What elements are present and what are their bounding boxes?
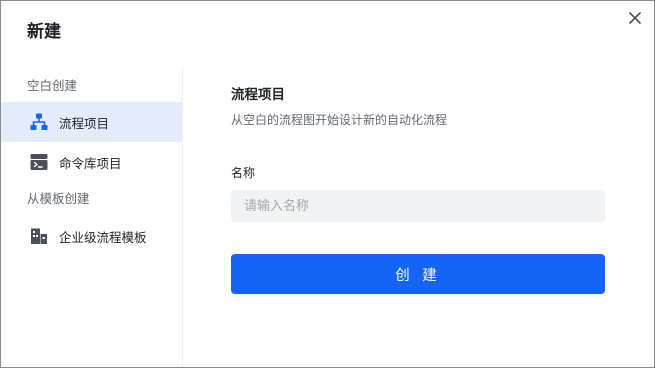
- panel-description: 从空白的流程图开始设计新的自动化流程: [231, 113, 448, 127]
- new-project-dialog: 新建 空白创建 流程项目 命令库项目 从模板创建 企业级流程模板 流程项目 从空…: [0, 0, 655, 368]
- sidebar-item-label: 命令库项目: [59, 155, 122, 171]
- sidebar-item-enterprise-template[interactable]: 企业级流程模板: [1, 216, 182, 256]
- section-label-template: 从模板创建: [27, 191, 90, 206]
- name-label: 名称: [231, 166, 256, 180]
- name-input[interactable]: [231, 190, 605, 222]
- sidebar-item-label: 企业级流程模板: [59, 229, 147, 245]
- close-icon[interactable]: [626, 9, 644, 27]
- panel-title: 流程项目: [231, 87, 285, 103]
- enterprise-template-icon: [29, 226, 49, 246]
- sidebar: 空白创建 流程项目 命令库项目 从模板创建 企业级流程模板: [1, 67, 183, 367]
- create-button[interactable]: 创 建: [231, 254, 605, 294]
- command-library-icon: [29, 152, 49, 172]
- flow-project-icon: [29, 112, 49, 132]
- sidebar-item-label: 流程项目: [59, 115, 110, 131]
- sidebar-item-command-library[interactable]: 命令库项目: [1, 142, 182, 182]
- dialog-title: 新建: [27, 22, 61, 42]
- sidebar-item-flow-project[interactable]: 流程项目: [1, 102, 182, 142]
- section-label-blank: 空白创建: [27, 78, 78, 93]
